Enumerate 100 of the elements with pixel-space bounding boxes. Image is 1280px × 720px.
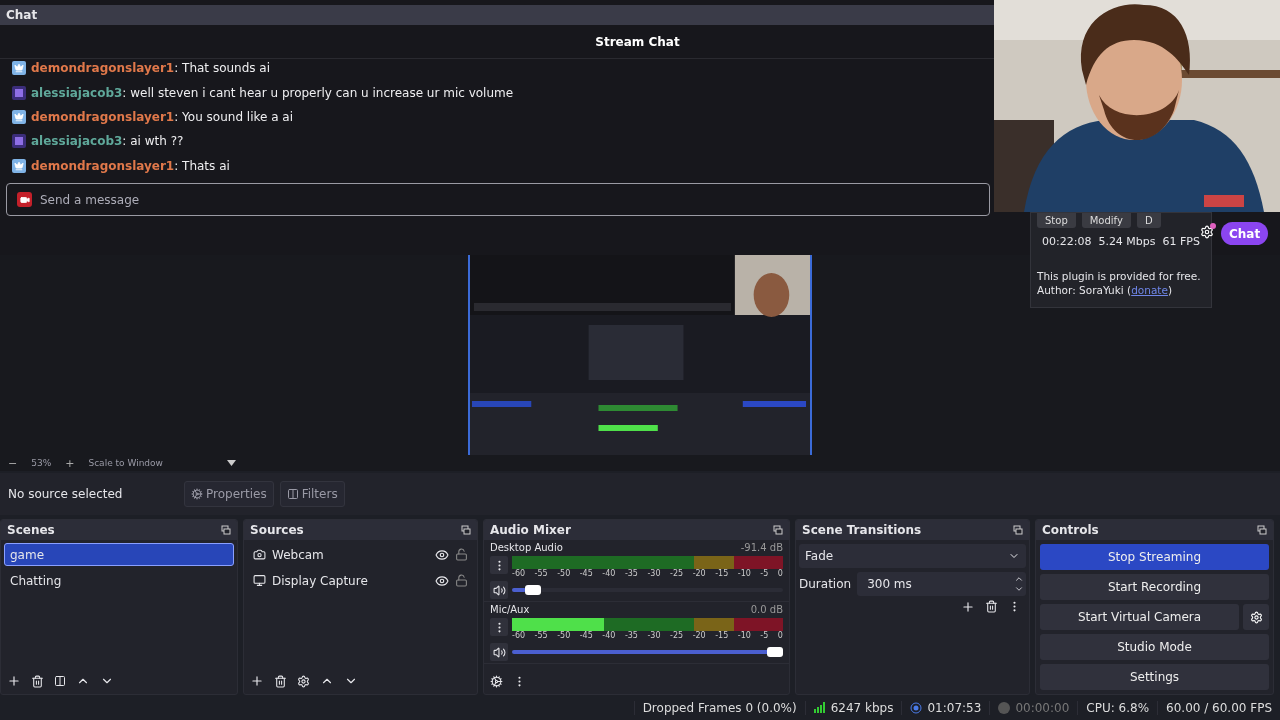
- scale-label: -25: [670, 631, 684, 640]
- scale-label: -50: [557, 569, 571, 578]
- channel-name: Desktop Audio: [490, 542, 563, 553]
- scale-label: 0: [777, 569, 783, 578]
- broadcast-icon: [910, 701, 923, 714]
- eye-icon[interactable]: [435, 573, 449, 588]
- add-icon[interactable]: [7, 674, 21, 688]
- zoom-out-button[interactable]: −: [8, 456, 18, 470]
- undock-icon[interactable]: [1013, 525, 1023, 535]
- settings-icon[interactable]: [490, 674, 503, 688]
- chat-message: demondragonslayer1: Thats ai: [31, 158, 230, 173]
- scale-label: -25: [670, 569, 684, 578]
- scale-label: -30: [647, 569, 661, 578]
- scale-label: -10: [737, 631, 751, 640]
- caret-icon[interactable]: [226, 460, 236, 466]
- record-icon: [998, 701, 1011, 714]
- scale-label: -35: [624, 631, 638, 640]
- video-icon: [17, 192, 32, 207]
- add-icon[interactable]: [961, 600, 975, 614]
- source-item[interactable]: Webcam: [272, 547, 429, 562]
- scale-label: -35: [624, 569, 638, 578]
- gear-icon: [191, 488, 203, 500]
- undock-icon[interactable]: [1257, 525, 1267, 535]
- scene-item[interactable]: game: [4, 543, 234, 566]
- unlock-icon[interactable]: [455, 574, 468, 587]
- control-button[interactable]: Settings: [1040, 664, 1269, 690]
- unlock-icon[interactable]: [455, 548, 468, 561]
- fps-reading: 60.00 / 60.00 FPS: [1166, 700, 1272, 715]
- filter-icon[interactable]: [54, 675, 66, 687]
- chat-message: demondragonslayer1: You sound like a ai: [31, 110, 294, 124]
- crown-badge-icon: [12, 110, 26, 124]
- undock-icon[interactable]: [461, 525, 471, 535]
- scene-transitions-title: Scene Transitions: [802, 523, 922, 537]
- control-button[interactable]: Stop Streaming: [1040, 544, 1269, 570]
- menu-icon[interactable]: [490, 618, 508, 636]
- chat-button[interactable]: Chat: [1221, 222, 1269, 245]
- controls-title: Controls: [1042, 523, 1099, 537]
- source-status: No source selected: [8, 487, 124, 501]
- plugin-button[interactable]: D: [1136, 213, 1161, 228]
- control-button[interactable]: Start Recording: [1040, 574, 1269, 600]
- scene-item[interactable]: Chatting: [4, 569, 234, 592]
- gear-icon: [1249, 610, 1263, 624]
- menu-icon[interactable]: [490, 556, 508, 574]
- scale-mode-select[interactable]: Scale to Window: [88, 458, 163, 468]
- add-icon[interactable]: [250, 674, 264, 688]
- stream-stats: 00:22:08 5.24 Mbps 61 FPS: [1041, 235, 1201, 248]
- scale-label: -30: [647, 631, 661, 640]
- year-badge-icon: [12, 134, 26, 149]
- year-badge-icon: [12, 85, 26, 100]
- crown-badge-icon: [12, 61, 26, 76]
- plugin-button[interactable]: Stop: [1037, 213, 1076, 228]
- channel-name: Mic/Aux: [490, 604, 530, 615]
- scale-label: -20: [692, 631, 706, 640]
- scale-label: -50: [557, 631, 571, 640]
- delete-icon[interactable]: [274, 674, 287, 688]
- settings-icon[interactable]: [297, 674, 310, 688]
- filters-button[interactable]: Filters: [279, 481, 345, 507]
- chat-message: alessiajacob3: ai wth ??: [31, 134, 184, 149]
- undock-icon[interactable]: [773, 525, 783, 535]
- scale-label: -20: [692, 569, 706, 578]
- zoom-in-button[interactable]: +: [65, 456, 75, 470]
- scale-label: -10: [737, 569, 751, 578]
- record-time: 00:00:00: [1015, 700, 1070, 715]
- scale-label: 0: [777, 631, 783, 640]
- transition-select[interactable]: Fade: [799, 544, 1026, 568]
- plugin-note: This plugin is provided for free.: [1037, 270, 1201, 282]
- source-item[interactable]: Display Capture: [272, 573, 429, 588]
- message-input[interactable]: Send a message: [6, 183, 990, 216]
- camera-icon: [253, 548, 266, 561]
- monitor-icon: [253, 574, 266, 587]
- volume-reading: -91.4 dB: [740, 542, 783, 553]
- scenes-title: Scenes: [7, 523, 55, 537]
- volume-icon[interactable]: [490, 643, 508, 661]
- crown-badge-icon: [12, 158, 26, 173]
- volume-slider[interactable]: [512, 650, 783, 654]
- chat-message: demondragonslayer1: That sounds ai: [31, 61, 271, 76]
- settings-button[interactable]: [1243, 604, 1269, 630]
- scale-label: -5: [760, 569, 769, 578]
- delete-icon[interactable]: [31, 674, 44, 688]
- plugin-button[interactable]: Modify: [1081, 213, 1131, 228]
- scale-label: -40: [602, 569, 616, 578]
- bitrate: 6247 kbps: [830, 700, 894, 715]
- chat-message: alessiajacob3: well steven i cant hear u properly can u increase ur mic volume: [31, 85, 514, 100]
- donate-link[interactable]: donate: [1131, 284, 1168, 296]
- properties-button[interactable]: Properties: [184, 481, 274, 507]
- filter-icon: [286, 488, 299, 500]
- sources-title: Sources: [250, 523, 304, 537]
- duration-field[interactable]: 300 ms: [857, 572, 1026, 596]
- delete-icon[interactable]: [985, 600, 998, 613]
- control-button[interactable]: Studio Mode: [1040, 634, 1269, 660]
- control-button[interactable]: Start Virtual Camera: [1040, 604, 1239, 630]
- scale-label: -45: [579, 569, 593, 578]
- eye-icon[interactable]: [435, 547, 449, 562]
- up-icon[interactable]: [1014, 574, 1024, 584]
- volume-icon[interactable]: [490, 581, 508, 599]
- down-icon[interactable]: [1014, 584, 1024, 594]
- duration-label: Duration: [799, 577, 852, 591]
- undock-icon[interactable]: [221, 525, 231, 535]
- volume-reading: 0.0 dB: [750, 604, 783, 615]
- scale-label: -55: [534, 631, 548, 640]
